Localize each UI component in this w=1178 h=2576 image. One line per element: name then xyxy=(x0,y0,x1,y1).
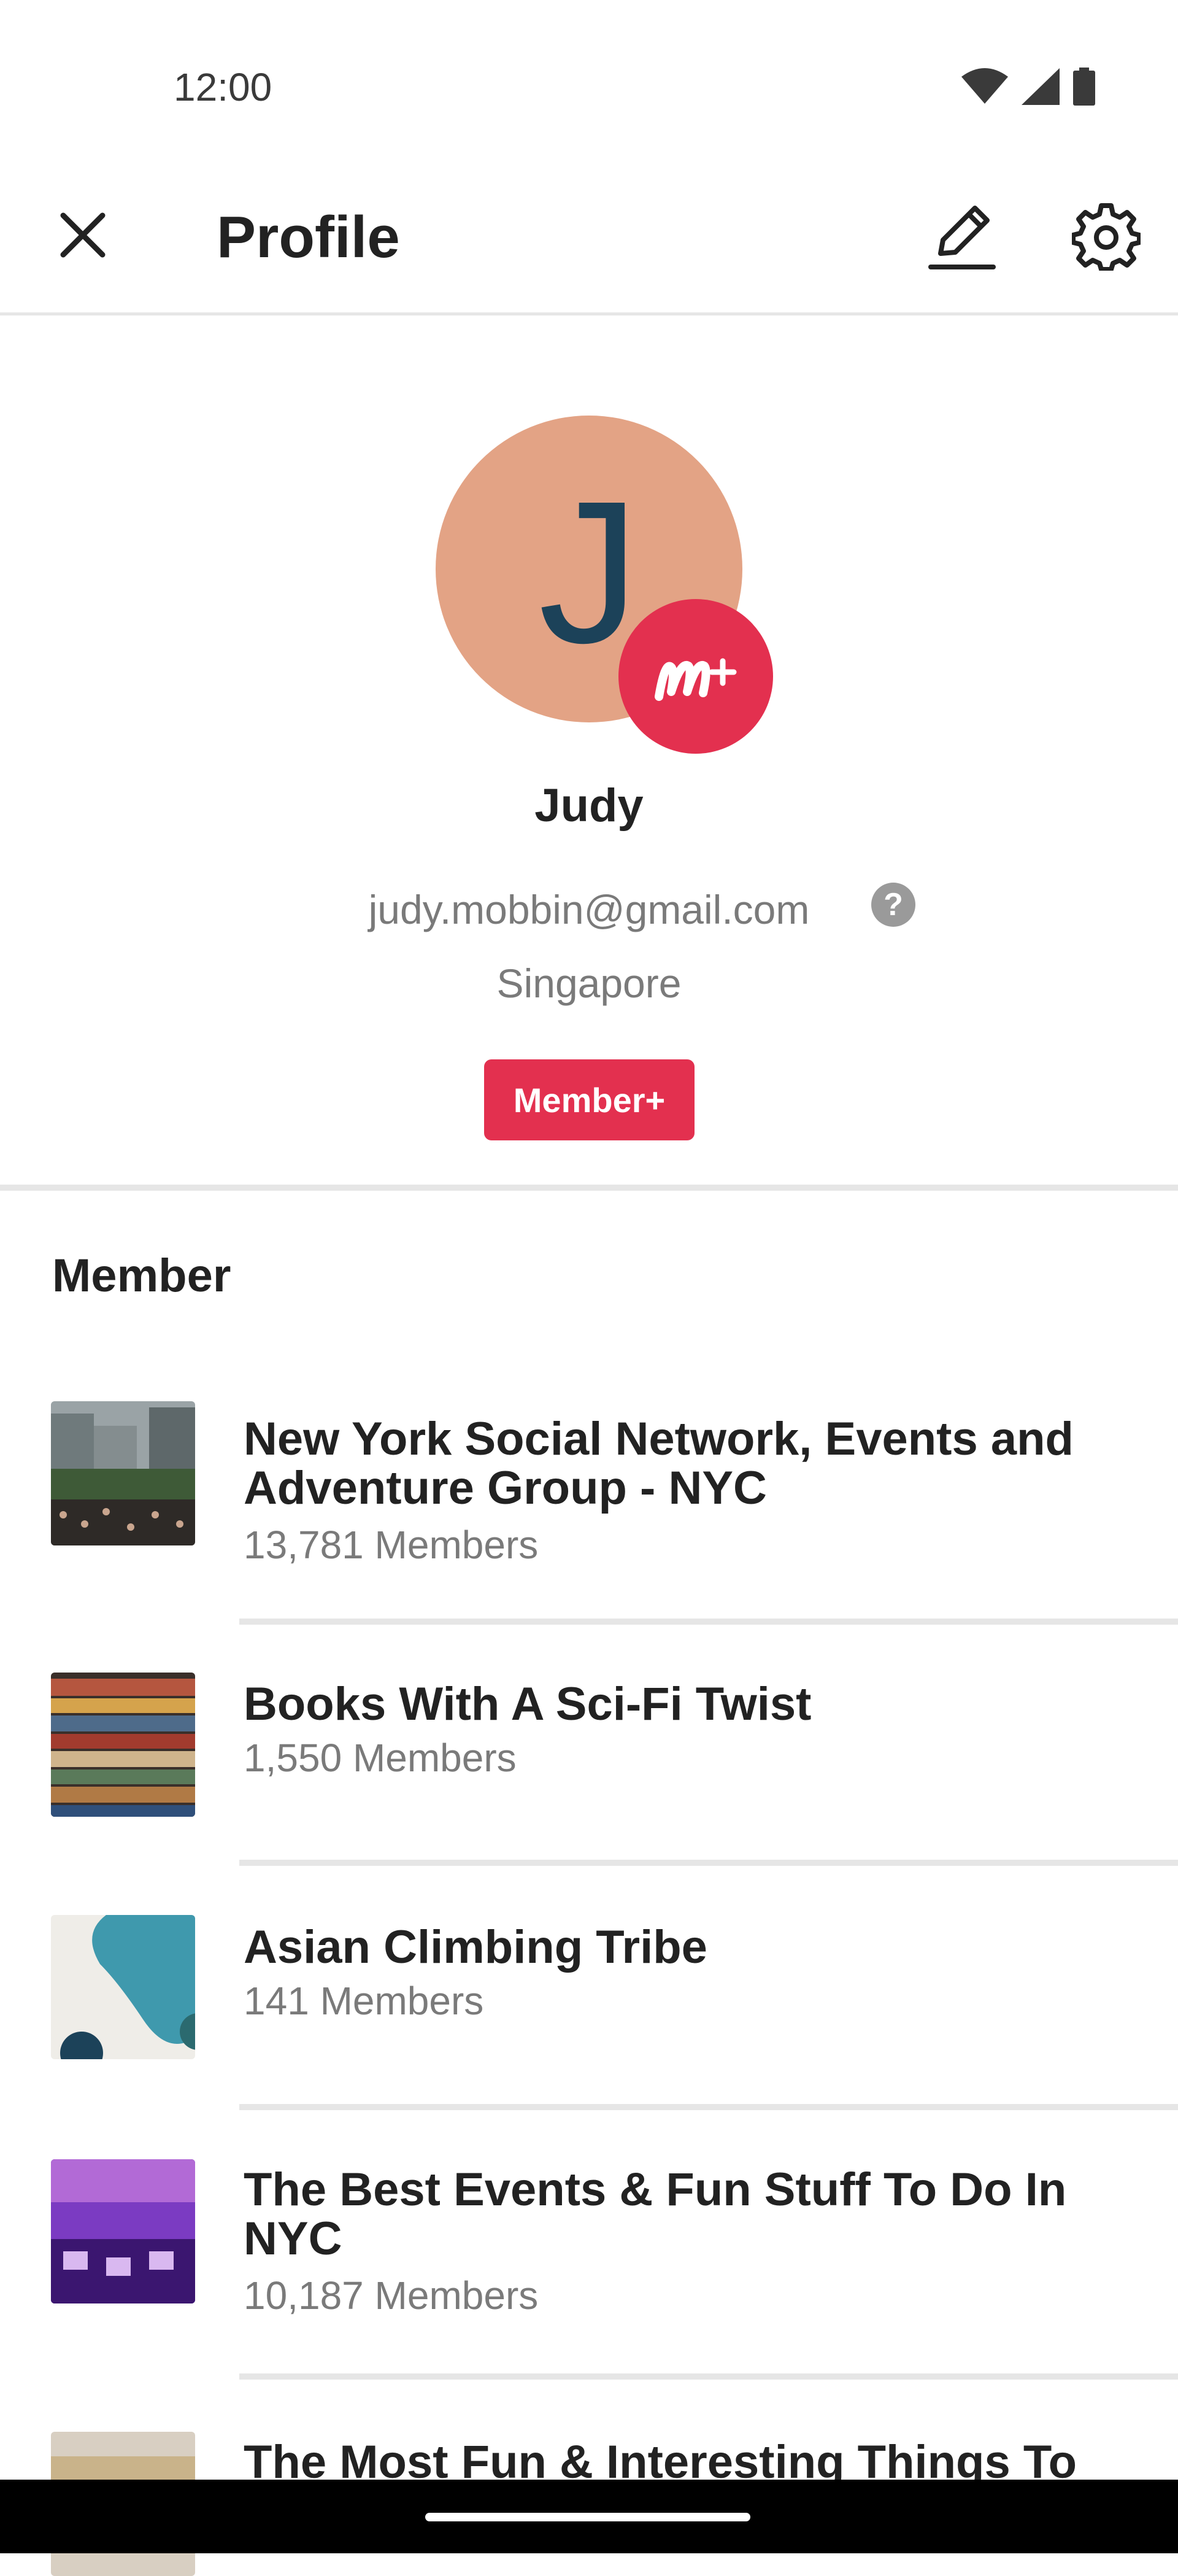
member-plus-icon xyxy=(618,599,773,754)
status-icons xyxy=(961,68,1095,109)
edit-profile-button[interactable] xyxy=(923,199,1000,276)
help-icon[interactable]: ? xyxy=(871,883,915,927)
group-thumbnail xyxy=(51,2159,195,2303)
status-bar: 12:00 xyxy=(0,0,1178,166)
member-plus-badge[interactable]: Member+ xyxy=(484,1059,695,1140)
group-title: Books With A Sci-Fi Twist xyxy=(244,1678,812,1730)
avatar-initial: J xyxy=(538,458,640,685)
group-thumbnail xyxy=(51,1401,195,1545)
app-bar: Profile xyxy=(0,166,1178,315)
home-handle[interactable] xyxy=(425,2513,750,2521)
item-divider xyxy=(239,1619,1178,1625)
section-divider xyxy=(0,1185,1178,1191)
edit-icon xyxy=(928,201,996,275)
item-divider xyxy=(239,1860,1178,1866)
item-divider xyxy=(239,2373,1178,2380)
profile-section: J Judy judy.mobbin@gmail.com ? Singapore… xyxy=(0,315,1178,1187)
close-button[interactable] xyxy=(49,203,117,270)
group-member-count: 141 Members xyxy=(244,1979,484,2023)
group-title: Asian Climbing Tribe xyxy=(244,1921,707,1973)
battery-icon xyxy=(1073,68,1095,109)
group-member-count: 1,550 Members xyxy=(244,1736,517,1780)
group-thumbnail xyxy=(51,1673,195,1817)
system-nav-bar xyxy=(0,2480,1178,2553)
group-thumbnail xyxy=(51,1915,195,2059)
page-title: Profile xyxy=(217,204,400,270)
settings-button[interactable] xyxy=(1068,199,1144,276)
section-heading: Member xyxy=(52,1250,231,1302)
group-member-count: 10,187 Members xyxy=(244,2273,539,2318)
status-time: 12:00 xyxy=(174,65,272,109)
group-title: The Best Events & Fun Stuff To Do In NYC xyxy=(244,2164,1067,2265)
gear-icon xyxy=(1070,202,1142,274)
signal-icon xyxy=(1022,68,1060,108)
profile-name: Judy xyxy=(534,779,644,832)
profile-location: Singapore xyxy=(496,961,682,1006)
item-divider xyxy=(239,2104,1178,2110)
group-title: New York Social Network, Events and Adve… xyxy=(244,1413,1074,1514)
email-row: judy.mobbin@gmail.com ? xyxy=(0,883,1178,933)
wifi-icon xyxy=(961,68,1008,108)
close-icon xyxy=(58,211,107,263)
group-member-count: 13,781 Members xyxy=(244,1523,539,1567)
profile-email: judy.mobbin@gmail.com xyxy=(368,887,810,932)
